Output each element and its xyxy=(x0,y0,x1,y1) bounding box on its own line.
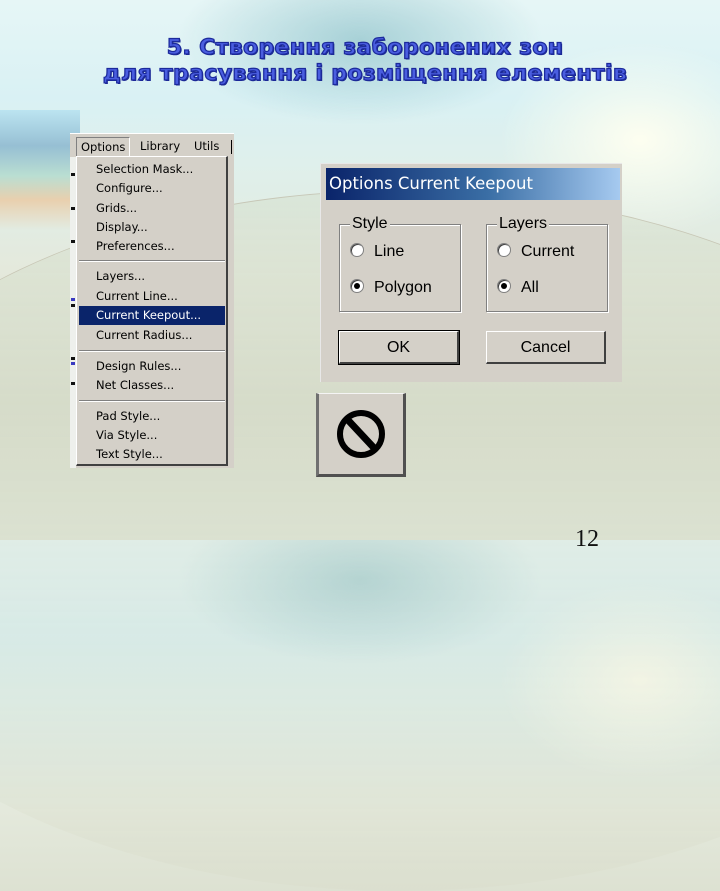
keepout-tool-button[interactable] xyxy=(316,393,406,477)
toolbar-tick xyxy=(71,240,75,243)
radio-current[interactable]: Current xyxy=(497,242,574,262)
radio-button-selected[interactable] xyxy=(350,279,364,293)
menu-utils[interactable]: Utils xyxy=(190,137,223,156)
slide-title-line1: 5. Створення заборонених зон xyxy=(166,34,564,59)
menu-item-grids[interactable]: Grids... xyxy=(79,199,225,218)
menu-options[interactable]: Options xyxy=(76,137,131,158)
radio-all[interactable]: All xyxy=(497,278,539,298)
layers-group-label: Layers xyxy=(497,214,550,234)
layers-groupbox: Layers Current All xyxy=(486,214,608,312)
menu-library[interactable]: Library xyxy=(136,137,184,156)
options-current-keepout-dialog: Options Current Keepout Style Line Polyg… xyxy=(320,163,622,382)
menu-item-preferences[interactable]: Preferences... xyxy=(79,237,225,256)
slide-title-line2: для трасування і розміщення елементів xyxy=(102,60,628,85)
menubar-edge xyxy=(231,140,232,154)
options-menu-screenshot: Options Library Utils Selection Mask... … xyxy=(70,133,234,468)
toolbar-tick xyxy=(71,304,75,307)
toolbar-tick xyxy=(71,207,75,210)
menu-item-text-style[interactable]: Text Style... xyxy=(79,445,225,464)
menu-separator xyxy=(79,400,225,402)
radio-button-selected[interactable] xyxy=(497,279,511,293)
menu-separator xyxy=(79,260,225,262)
cancel-button[interactable]: Cancel xyxy=(486,331,606,364)
radio-label: Polygon xyxy=(374,279,432,296)
menu-item-display[interactable]: Display... xyxy=(79,218,225,237)
toolbar-tick xyxy=(71,173,75,176)
radio-label: Current xyxy=(521,243,575,260)
menu-item-design-rules[interactable]: Design Rules... xyxy=(79,357,225,376)
menu-item-current-keepout[interactable]: Current Keepout... xyxy=(79,306,225,325)
menu-item-layers[interactable]: Layers... xyxy=(79,267,225,286)
toolbar-tick xyxy=(71,382,75,385)
prohibited-icon xyxy=(337,410,385,458)
slide-title: 5. Створення заборонених зон для трасува… xyxy=(0,34,720,86)
ok-button[interactable]: OK xyxy=(338,330,460,365)
style-group-label: Style xyxy=(350,214,390,234)
menu-item-pad-style[interactable]: Pad Style... xyxy=(79,407,225,426)
dialog-titlebar: Options Current Keepout xyxy=(326,168,620,200)
style-groupbox: Style Line Polygon xyxy=(339,214,461,312)
menu-item-net-classes[interactable]: Net Classes... xyxy=(79,376,225,395)
radio-label: All xyxy=(521,279,539,296)
menu-item-configure[interactable]: Configure... xyxy=(79,179,225,198)
menu-item-selection-mask[interactable]: Selection Mask... xyxy=(79,160,225,179)
radio-button-unselected[interactable] xyxy=(497,243,511,257)
toolbar-tick xyxy=(71,362,75,365)
menubar: Options Library Utils xyxy=(70,133,234,158)
menu-item-via-style[interactable]: Via Style... xyxy=(79,426,225,445)
background-band xyxy=(0,110,80,230)
toolbar-tick xyxy=(71,298,75,301)
options-dropdown: Selection Mask... Configure... Grids... … xyxy=(76,156,228,466)
menu-item-current-line[interactable]: Current Line... xyxy=(79,287,225,306)
menu-separator xyxy=(79,350,225,352)
radio-button-unselected[interactable] xyxy=(350,243,364,257)
radio-polygon[interactable]: Polygon xyxy=(350,278,432,298)
menu-item-current-radius[interactable]: Current Radius... xyxy=(79,326,225,345)
toolbar-tick xyxy=(71,357,75,360)
radio-label: Line xyxy=(374,243,405,260)
radio-line[interactable]: Line xyxy=(350,242,404,262)
